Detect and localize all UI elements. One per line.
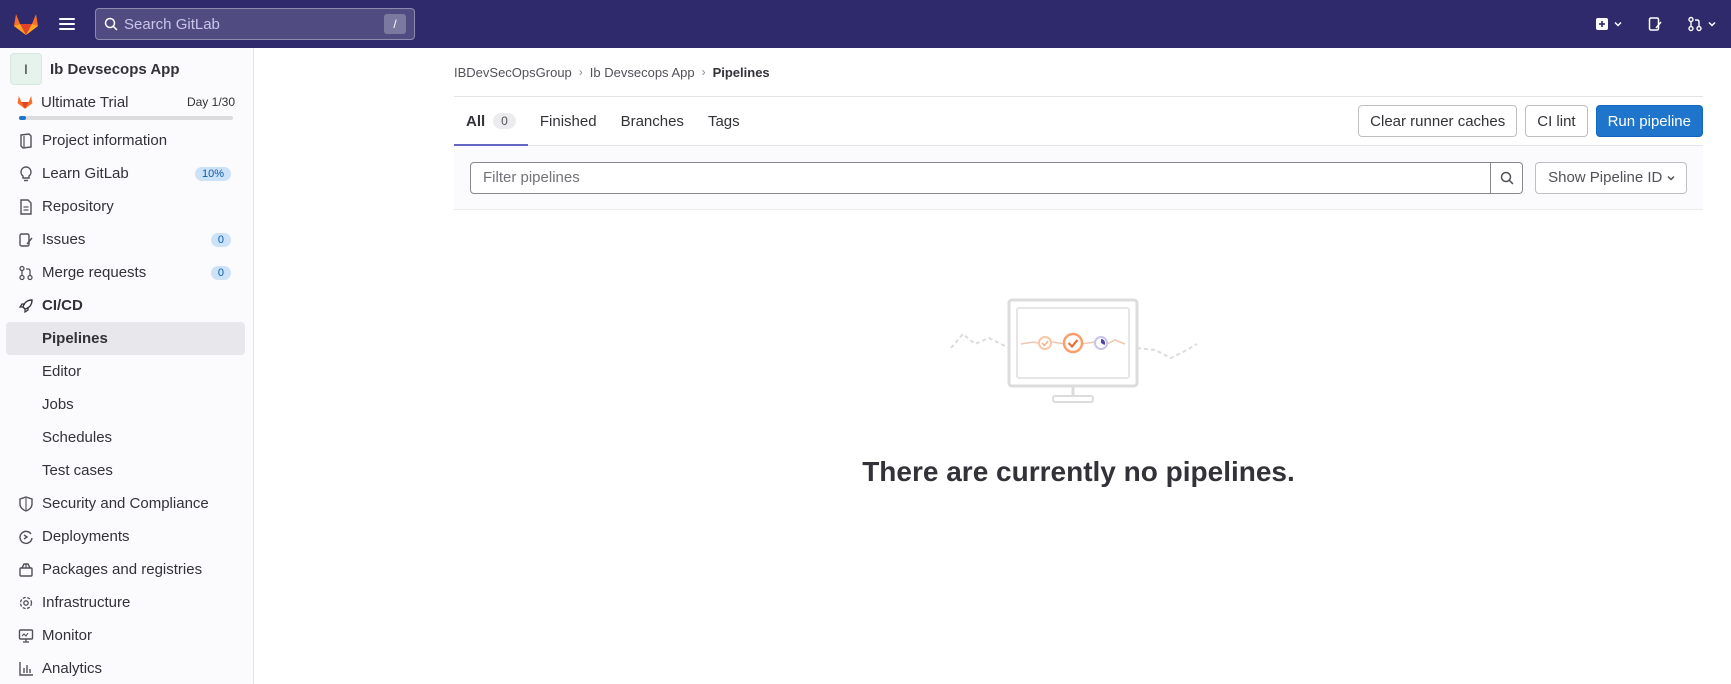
trial-status-widget[interactable]: Ultimate Trial Day 1/30 — [0, 90, 253, 124]
breadcrumb: IBDevSecOpsGroup › Ib Devsecops App › Pi… — [454, 48, 1703, 96]
project-avatar: I — [10, 53, 42, 85]
create-new-button[interactable] — [1589, 8, 1629, 40]
breadcrumb-current[interactable]: Pipelines — [713, 65, 770, 80]
main-content: IBDevSecOpsGroup › Ib Devsecops App › Pi… — [454, 48, 1703, 487]
sidebar-item-project-information[interactable]: Project information — [0, 124, 253, 157]
gitlab-tanuki-icon — [17, 95, 33, 109]
sidebar-item-analytics[interactable]: Analytics — [0, 652, 253, 684]
tab-label: All — [466, 112, 486, 130]
deployments-icon — [18, 529, 34, 545]
tab-all[interactable]: All 0 — [454, 97, 528, 146]
learn-progress-badge: 10% — [194, 166, 231, 181]
chevron-down-icon — [1708, 21, 1716, 27]
gitlab-logo-icon[interactable] — [11, 9, 41, 39]
chart-icon — [18, 661, 34, 677]
sidebar-item-label: Packages and registries — [42, 561, 203, 578]
sidebar-item-label: CI/CD — [42, 297, 83, 314]
sidebar-item-packages-registries[interactable]: Packages and registries — [0, 553, 253, 586]
project-header[interactable]: I Ib Devsecops App — [0, 48, 253, 90]
project-icon — [18, 132, 34, 149]
sidebar-item-issues[interactable]: Issues 0 — [0, 223, 253, 256]
sidebar-item-security-compliance[interactable]: Security and Compliance — [0, 487, 253, 520]
merge-request-icon — [1688, 16, 1702, 32]
monitor-icon — [18, 628, 34, 644]
ci-lint-button[interactable]: CI lint — [1525, 105, 1588, 137]
breadcrumb-project-link[interactable]: Ib Devsecops App — [590, 65, 695, 80]
filter-pipelines-input[interactable]: Filter pipelines — [470, 161, 1492, 194]
sidebar: I Ib Devsecops App Ultimate Trial Day 1/… — [0, 48, 254, 684]
search-icon — [1500, 171, 1514, 185]
breadcrumb-chevron-icon: › — [578, 65, 583, 79]
sidebar-item-learn-gitlab[interactable]: Learn GitLab 10% — [0, 157, 253, 190]
tab-branches[interactable]: Branches — [609, 97, 696, 145]
shield-icon — [18, 495, 34, 512]
filter-search-button[interactable] — [1491, 161, 1524, 194]
issues-count-badge: 0 — [210, 232, 231, 247]
search-shortcut-key: / — [384, 14, 406, 34]
plus-square-icon — [1596, 18, 1608, 30]
issues-icon — [18, 232, 34, 248]
breadcrumb-group-link[interactable]: IBDevSecOpsGroup — [454, 65, 572, 80]
sidebar-item-merge-requests[interactable]: Merge requests 0 — [0, 256, 253, 289]
project-name: Ib Devsecops App — [50, 60, 180, 78]
sidebar-item-label: Deployments — [42, 528, 130, 545]
filter-bar: Filter pipelines Show Pipeline ID — [454, 146, 1703, 210]
sidebar-item-label: Infrastructure — [42, 594, 131, 611]
sidebar-item-label: Project information — [42, 132, 168, 149]
search-placeholder: Search GitLab — [124, 15, 220, 33]
select-value: Show Pipeline ID — [1548, 169, 1663, 186]
search-input[interactable]: Search GitLab / — [95, 8, 415, 40]
merge-request-icon — [18, 265, 34, 281]
tab-tags[interactable]: Tags — [696, 97, 752, 145]
hamburger-menu-icon[interactable] — [59, 13, 81, 35]
sidebar-item-label: Repository — [42, 198, 114, 215]
trial-progress-fill — [19, 116, 27, 120]
doc-text-icon — [18, 198, 34, 215]
search-icon — [104, 17, 118, 31]
sidebar-item-monitor[interactable]: Monitor — [0, 619, 253, 652]
trial-day: Day 1/30 — [186, 95, 235, 109]
merge-requests-nav-button[interactable] — [1681, 8, 1723, 40]
sidebar-item-label: Learn GitLab — [42, 165, 129, 182]
sidebar-item-deployments[interactable]: Deployments — [0, 520, 253, 553]
issues-icon — [1648, 17, 1662, 31]
chevron-down-icon — [1614, 21, 1622, 27]
top-navbar: Search GitLab / — [0, 0, 1731, 48]
chevron-down-icon — [1667, 175, 1675, 181]
breadcrumb-chevron-icon: › — [701, 65, 706, 79]
sidebar-item-label: Monitor — [42, 627, 93, 644]
clear-runner-caches-button[interactable]: Clear runner caches — [1358, 105, 1518, 137]
empty-state: There are currently no pipelines. — [454, 298, 1703, 488]
pipeline-tabs: All 0 Finished Branches Tags Clear runne… — [454, 96, 1703, 146]
sidebar-subitem-pipelines[interactable]: Pipelines — [6, 322, 245, 355]
empty-pipelines-illustration — [949, 298, 1197, 403]
cloud-gear-icon — [18, 595, 34, 611]
sidebar-item-repository[interactable]: Repository — [0, 190, 253, 223]
sidebar-subitem-schedules[interactable]: Schedules — [0, 421, 253, 454]
merge-requests-count-badge: 0 — [210, 265, 231, 280]
sidebar-item-infrastructure[interactable]: Infrastructure — [0, 586, 253, 619]
pipeline-id-select[interactable]: Show Pipeline ID — [1535, 161, 1687, 194]
sidebar-item-label: Security and Compliance — [42, 495, 209, 512]
sidebar-item-label: Issues — [42, 231, 86, 248]
trial-label: Ultimate Trial — [41, 93, 129, 111]
bulb-icon — [18, 165, 34, 182]
empty-state-title: There are currently no pipelines. — [862, 456, 1295, 487]
rocket-icon — [18, 298, 34, 314]
sidebar-item-label: Analytics — [42, 660, 103, 677]
tab-count-badge: 0 — [493, 113, 516, 129]
issues-nav-button[interactable] — [1639, 8, 1671, 40]
sidebar-subitem-test-cases[interactable]: Test cases — [0, 454, 253, 487]
package-icon — [18, 562, 34, 578]
sidebar-subitem-editor[interactable]: Editor — [0, 355, 253, 388]
sidebar-item-cicd[interactable]: CI/CD — [0, 289, 253, 322]
run-pipeline-button[interactable]: Run pipeline — [1595, 105, 1703, 137]
trial-progress-bar — [19, 116, 233, 120]
sidebar-subitem-jobs[interactable]: Jobs — [0, 388, 253, 421]
sidebar-item-label: Merge requests — [42, 264, 147, 281]
tab-finished[interactable]: Finished — [528, 97, 609, 145]
